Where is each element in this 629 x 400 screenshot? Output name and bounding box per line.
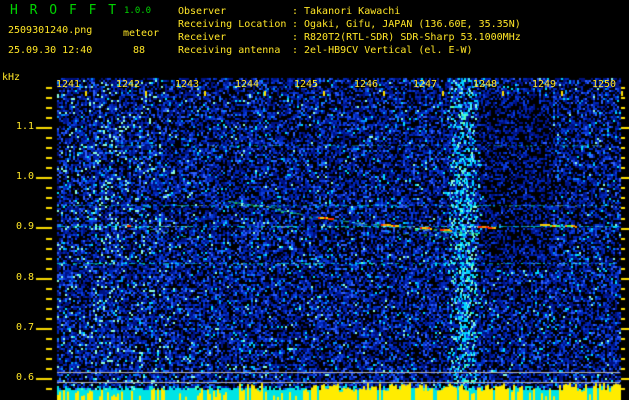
freq-tick-label: 0.9 bbox=[15, 221, 34, 233]
station-separator: : bbox=[292, 6, 299, 17]
station-label: Receiving antenna bbox=[178, 45, 281, 56]
station-value: Takanori Kawachi bbox=[304, 6, 401, 17]
station-value: R820T2(RTL-SDR) SDR-Sharp 53.1000MHz bbox=[304, 32, 521, 43]
app-version: 1.0.0 bbox=[124, 6, 152, 16]
time-tick-label: 1245 bbox=[294, 79, 319, 90]
station-row: Receiver: R820T2(RTL-SDR) SDR-Sharp 53.10… bbox=[178, 32, 521, 45]
station-label: Observer bbox=[178, 6, 227, 17]
time-tick-label: 1243 bbox=[175, 79, 200, 90]
time-tick-label: 1247 bbox=[413, 79, 438, 90]
time-tick-label: 1244 bbox=[235, 79, 260, 90]
time-tick-label: 1246 bbox=[354, 79, 379, 90]
station-separator: : bbox=[292, 19, 299, 30]
app-title: H R O F F T bbox=[10, 3, 119, 18]
freq-tick-label: 0.8 bbox=[15, 271, 34, 283]
station-value: Ogaki, Gifu, JAPAN (136.60E, 35.35N) bbox=[304, 19, 521, 30]
station-row: Receiving antenna:2el-HB9CV Vertical (el… bbox=[178, 45, 521, 58]
freq-tick-label: 1.0 bbox=[15, 171, 34, 183]
capture-mode: meteor bbox=[123, 28, 160, 39]
station-label: Receiving Location bbox=[178, 19, 287, 30]
time-tick-label: 1249 bbox=[532, 79, 557, 90]
capture-filename: 2509301240.png bbox=[8, 25, 93, 36]
time-tick-label: 1242 bbox=[116, 79, 141, 90]
station-separator: : bbox=[292, 45, 299, 56]
station-row: Receiving Location: Ogaki, Gifu, JAPAN (1… bbox=[178, 19, 521, 32]
station-value: 2el-HB9CV Vertical (el. E-W) bbox=[304, 45, 473, 56]
station-info: Observer: Takanori Kawachi Receiving Loca… bbox=[178, 6, 521, 58]
time-tick-label: 1248 bbox=[473, 79, 498, 90]
station-row: Observer: Takanori Kawachi bbox=[178, 6, 521, 19]
station-label: Receiver bbox=[178, 32, 227, 43]
khz-axis-label: kHz bbox=[2, 72, 21, 83]
station-separator: : bbox=[292, 32, 299, 43]
freq-tick-label: 0.7 bbox=[15, 321, 34, 333]
time-tick-label: 1250 bbox=[592, 79, 617, 90]
echo-count: 88 bbox=[133, 45, 146, 56]
time-tick-label: 1241 bbox=[56, 79, 81, 90]
hrofft-screen: H R O F F T 1.0.0 2509301240.png meteor … bbox=[0, 0, 629, 400]
capture-datetime: 25.09.30 12:40 bbox=[8, 45, 93, 56]
freq-tick-label: 0.6 bbox=[15, 372, 34, 383]
spectrogram-canvas bbox=[0, 0, 629, 400]
freq-tick-label: 1.1 bbox=[15, 121, 34, 132]
